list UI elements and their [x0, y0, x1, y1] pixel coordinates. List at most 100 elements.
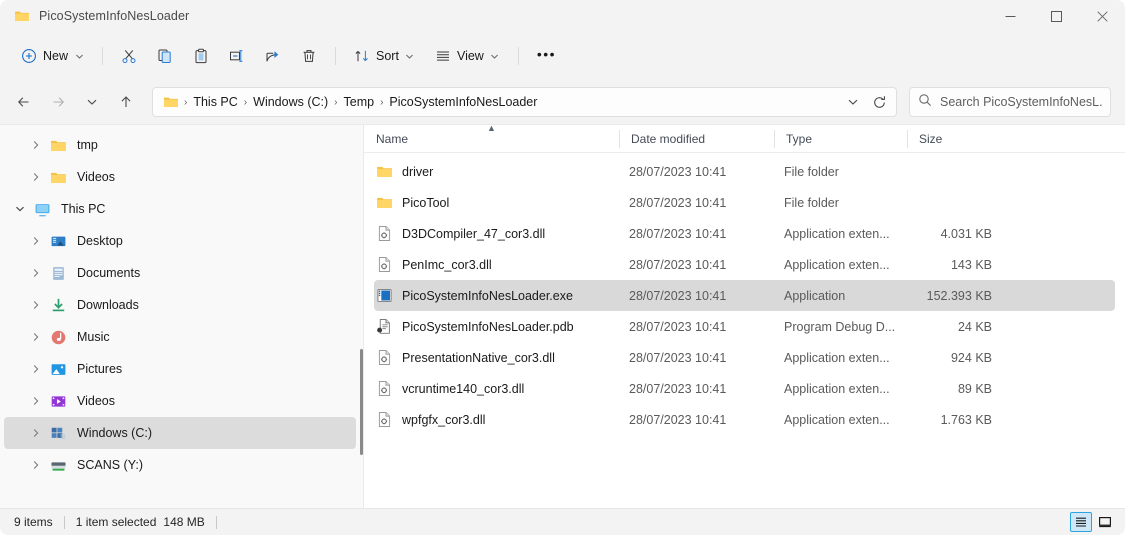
scissors-icon — [121, 48, 137, 64]
dll-icon — [376, 380, 393, 397]
file-name: PresentationNative_cor3.dll — [402, 350, 555, 365]
sidebar-item-this-pc[interactable]: This PC — [4, 193, 356, 225]
pane-divider[interactable] — [363, 125, 364, 508]
sidebar-item-pictures[interactable]: Pictures — [4, 353, 356, 385]
copy-button[interactable] — [148, 40, 182, 72]
file-name: PenImc_cor3.dll — [402, 257, 492, 272]
file-type: Application exten... — [784, 381, 890, 396]
chevron-right-icon[interactable] — [24, 453, 48, 477]
view-button[interactable]: View — [426, 40, 509, 72]
table-row[interactable]: PresentationNative_cor3.dll 28/07/2023 1… — [374, 342, 1115, 373]
status-bar: 9 items 1 item selected 148 MB — [0, 508, 1125, 535]
large-icons-view-button[interactable] — [1094, 512, 1116, 532]
file-name-cell: PresentationNative_cor3.dll — [374, 349, 629, 366]
sidebar-item-scans-y[interactable]: SCANS (Y:) — [4, 449, 356, 481]
chevron-right-icon[interactable] — [24, 229, 48, 253]
dll-icon — [376, 411, 393, 428]
sidebar-item-downloads[interactable]: Downloads — [4, 289, 356, 321]
dll-icon — [376, 349, 393, 366]
chevron-right-icon[interactable] — [24, 133, 48, 157]
file-name-cell: D3DCompiler_47_cor3.dll — [374, 225, 629, 242]
breadcrumb-item-current[interactable]: PicoSystemInfoNesLoader — [384, 92, 542, 112]
window-title: PicoSystemInfoNesLoader — [39, 9, 190, 23]
table-row[interactable]: PenImc_cor3.dll 28/07/2023 10:41 Applica… — [374, 249, 1115, 280]
breadcrumb-item-this-pc[interactable]: This PC — [188, 92, 242, 112]
delete-button[interactable] — [292, 40, 326, 72]
downloads-icon — [48, 295, 68, 315]
previous-locations-button[interactable] — [840, 89, 866, 115]
pdb-icon — [376, 318, 393, 335]
minimize-button[interactable] — [987, 0, 1033, 32]
chevron-right-icon[interactable] — [24, 389, 48, 413]
sidebar-item-videos-folder[interactable]: Videos — [4, 161, 356, 193]
breadcrumb-item-temp[interactable]: Temp — [339, 92, 380, 112]
chevron-right-icon[interactable] — [24, 165, 48, 189]
folder-icon — [14, 8, 30, 24]
sidebar-item-desktop[interactable]: Desktop — [4, 225, 356, 257]
file-size: 1.763 KB — [940, 412, 992, 427]
address-bar-actions — [840, 89, 892, 115]
sidebar-item-music[interactable]: Music — [4, 321, 356, 353]
cut-button[interactable] — [112, 40, 146, 72]
file-list-pane: ▲ Name Date modified Type Size driver 28… — [364, 123, 1125, 508]
sidebar-item-label: tmp — [77, 138, 98, 152]
breadcrumb-bar[interactable]: › This PC › Windows (C:) › Temp › PicoSy… — [152, 87, 897, 117]
share-button[interactable] — [256, 40, 290, 72]
details-view-button[interactable] — [1070, 512, 1092, 532]
sort-button-label: Sort — [376, 49, 399, 63]
chevron-down-icon — [74, 51, 84, 61]
forward-button[interactable] — [42, 86, 74, 118]
maximize-button[interactable] — [1033, 0, 1079, 32]
sidebar-item-label: Music — [77, 330, 110, 344]
table-row[interactable]: PicoSystemInfoNesLoader.pdb 28/07/2023 1… — [374, 311, 1115, 342]
table-row[interactable]: PicoSystemInfoNesLoader.exe 28/07/2023 1… — [374, 280, 1115, 311]
paste-button[interactable] — [184, 40, 218, 72]
column-header-date-modified[interactable]: Date modified — [619, 125, 774, 153]
sidebar-item-documents[interactable]: Documents — [4, 257, 356, 289]
sidebar-item-tmp[interactable]: tmp — [4, 129, 356, 161]
sidebar-item-windows-c[interactable]: Windows (C:) — [4, 417, 356, 449]
trash-icon — [301, 48, 317, 64]
file-size: 89 KB — [957, 381, 992, 396]
breadcrumb-item-windows-c[interactable]: Windows (C:) — [248, 92, 333, 112]
table-row[interactable]: D3DCompiler_47_cor3.dll 28/07/2023 10:41… — [374, 218, 1115, 249]
sidebar-item-label: Videos — [77, 394, 115, 408]
chevron-right-icon[interactable] — [24, 293, 48, 317]
item-count: 9 items — [14, 515, 53, 529]
table-row[interactable]: wpfgfx_cor3.dll 28/07/2023 10:41 Applica… — [374, 404, 1115, 435]
search-box[interactable]: Search PicoSystemInfoNesL... — [909, 87, 1111, 117]
file-name-cell: PicoTool — [374, 194, 629, 211]
new-button[interactable]: New — [12, 40, 93, 72]
column-header-size[interactable]: Size — [907, 125, 982, 153]
more-options-button[interactable]: ••• — [528, 40, 565, 72]
file-size: 4.031 KB — [940, 226, 992, 241]
recent-locations-button[interactable] — [76, 86, 108, 118]
column-header-type[interactable]: Type — [774, 125, 907, 153]
refresh-button[interactable] — [866, 89, 892, 115]
chevron-down-icon[interactable] — [8, 197, 32, 221]
search-input[interactable]: Search PicoSystemInfoNesL... — [940, 95, 1102, 109]
chevron-right-icon[interactable] — [24, 325, 48, 349]
sidebar-item-label: Downloads — [77, 298, 139, 312]
sort-button[interactable]: Sort — [345, 40, 424, 72]
rename-button[interactable] — [220, 40, 254, 72]
chevron-right-icon[interactable] — [24, 261, 48, 285]
chevron-right-icon[interactable] — [24, 357, 48, 381]
sidebar-item-videos[interactable]: Videos — [4, 385, 356, 417]
table-row[interactable]: PicoTool 28/07/2023 10:41 File folder — [374, 187, 1115, 218]
status-divider-2 — [215, 515, 217, 529]
table-row[interactable]: vcruntime140_cor3.dll 28/07/2023 10:41 A… — [374, 373, 1115, 404]
file-date: 28/07/2023 10:41 — [629, 257, 727, 272]
table-row[interactable]: driver 28/07/2023 10:41 File folder — [374, 156, 1115, 187]
column-header-name[interactable]: ▲ Name — [364, 123, 619, 153]
file-date: 28/07/2023 10:41 — [629, 226, 727, 241]
breadcrumb-separator: › — [334, 96, 338, 108]
address-bar: › This PC › Windows (C:) › Temp › PicoSy… — [0, 80, 1125, 124]
network-drive-icon — [48, 455, 68, 475]
more-options-label: ••• — [536, 45, 557, 62]
back-button[interactable] — [8, 86, 40, 118]
close-button[interactable] — [1079, 0, 1125, 32]
desktop-icon — [48, 231, 68, 251]
up-button[interactable] — [110, 86, 142, 118]
chevron-right-icon[interactable] — [24, 421, 48, 445]
